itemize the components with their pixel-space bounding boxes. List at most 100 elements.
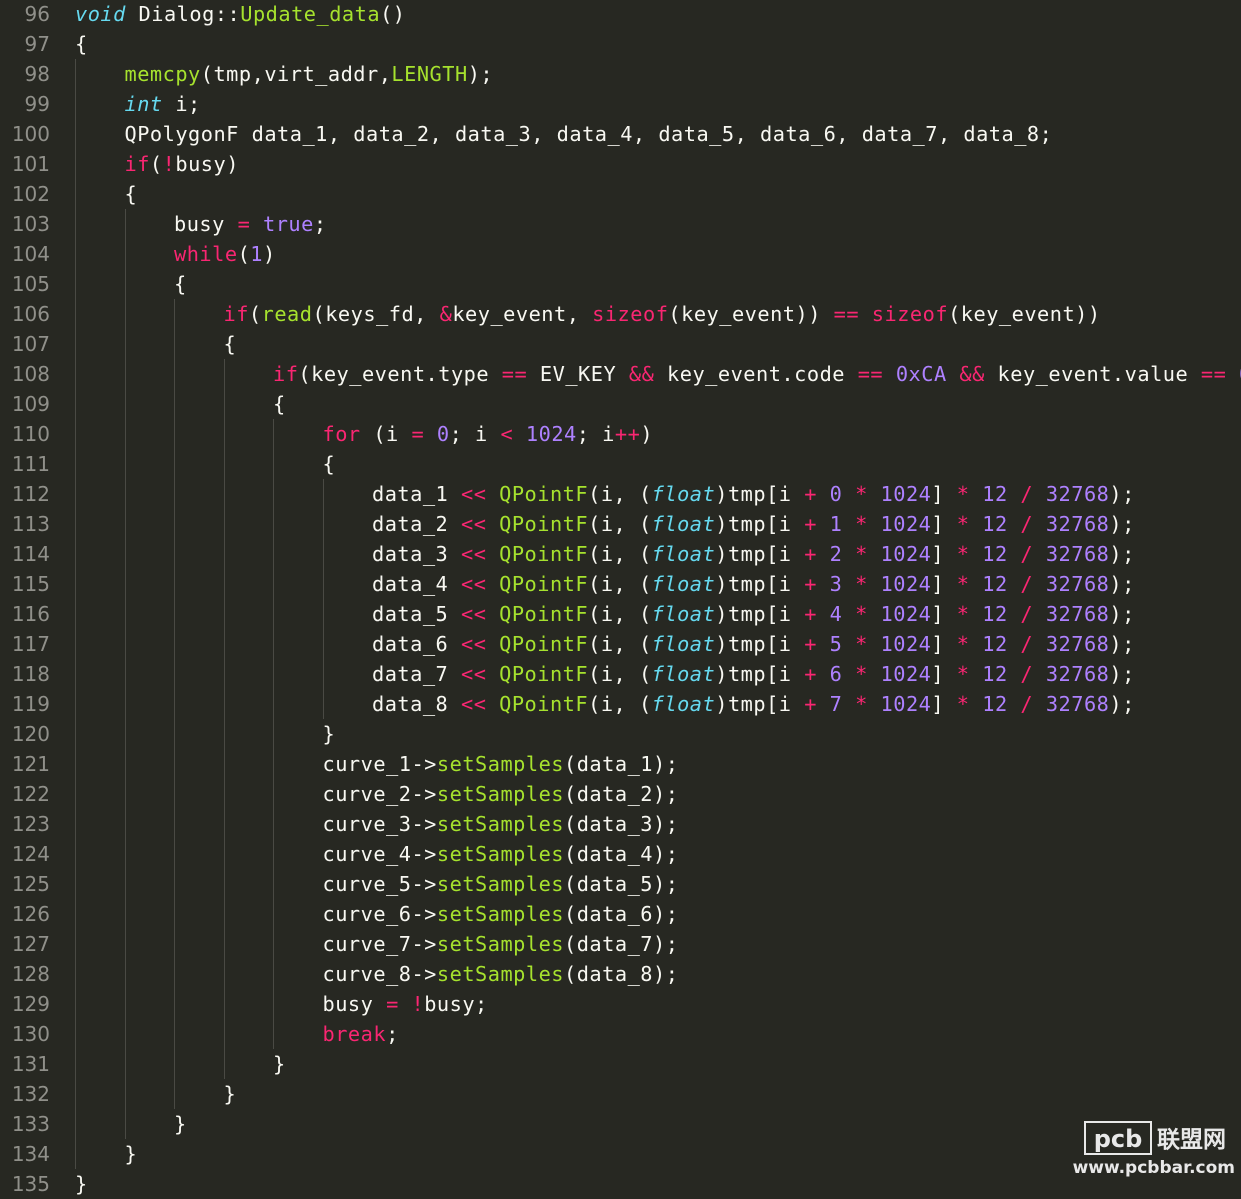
token-text: curve_2-> [322,782,437,806]
code-line[interactable]: 123 curve_3->setSamples(data_3); [0,809,1241,839]
token-text: (i, ( [588,482,652,506]
token-operator: / [1020,632,1034,656]
token-text: { [273,392,286,416]
code-line[interactable]: 112 data_1 << QPointF(i, (float)tmp[i + 0… [0,479,1241,509]
code-line[interactable]: 129 busy = !busy; [0,989,1241,1019]
token-text: (tmp,virt_addr, [200,62,392,86]
code-text: break; [323,1019,399,1049]
line-number: 101 [11,152,50,176]
token-operator: * [956,572,970,596]
token-text: (data_3); [564,812,679,836]
token-number: 1024 [880,632,932,656]
watermark-brand-text: 联盟网 [1157,1127,1226,1153]
token-text: )tmp[i [715,572,805,596]
code-line[interactable]: 99 int i; [0,89,1241,119]
token-operator: + [804,632,817,656]
code-line[interactable]: 118 data_7 << QPointF(i, (float)tmp[i + 6… [0,659,1241,689]
code-line[interactable]: 128 curve_8->setSamples(data_8); [0,959,1241,989]
token-text: } [273,1052,286,1076]
token-text: (i [360,422,412,446]
code-text: data_8 << QPointF(i, (float)tmp[i + 7 * … [372,689,1135,719]
code-line[interactable]: 121 curve_1->setSamples(data_1); [0,749,1241,779]
code-line[interactable]: 110 for (i = 0; i < 1024; i++) [0,419,1241,449]
code-line[interactable]: 105 { [0,269,1241,299]
code-line[interactable]: 98 memcpy(tmp,virt_addr,LENGTH); [0,59,1241,89]
token-text: } [124,1142,138,1166]
code-line[interactable]: 132} [0,1079,1241,1109]
code-line[interactable]: 125 curve_5->setSamples(data_5); [0,869,1241,899]
code-line[interactable]: 111 { [0,449,1241,479]
token-text: data_2 [372,512,461,536]
token-number: 32768 [1045,542,1110,566]
token-number: 1024 [880,572,932,596]
code-line[interactable]: 97 { [0,29,1241,59]
code-line[interactable]: 103 busy = true; [0,209,1241,239]
code-line[interactable]: 133} [0,1109,1241,1139]
code-line[interactable]: 120} [0,719,1241,749]
token-number: 32768 [1045,572,1110,596]
token-text: )tmp[i [715,482,805,506]
token-text: (i, ( [588,542,652,566]
code-line[interactable]: 127 curve_7->setSamples(data_7); [0,929,1241,959]
token-number: 12 [982,482,1008,506]
code-line[interactable]: 135} [0,1169,1241,1199]
code-text: } [75,1169,88,1199]
token-type: float [651,632,716,656]
code-line[interactable]: 122 curve_2->setSamples(data_2); [0,779,1241,809]
line-number: 98 [24,62,50,86]
line-number: 126 [11,902,50,926]
token-text: curve_3-> [322,812,437,836]
code-line[interactable]: 116 data_5 << QPointF(i, (float)tmp[i + 4… [0,599,1241,629]
code-line[interactable]: 106 if(read(keys_fd, &key_event, sizeof(k… [0,299,1241,329]
token-text: ( [149,152,163,176]
code-line[interactable]: 107 { [0,329,1241,359]
code-line[interactable]: 130 break; [0,1019,1241,1049]
token-text: ] [931,692,957,716]
code-line[interactable]: 119 data_8 << QPointF(i, (float)tmp[i + 7… [0,689,1241,719]
token-operator: * [956,692,970,716]
token-number: 32768 [1045,602,1110,626]
token-function: QPointF [499,482,589,506]
token-function: setSamples [436,932,565,956]
code-text: { [224,329,237,359]
token-text: ; [313,212,327,236]
token-text: } [174,1112,187,1136]
code-text: } [224,1079,237,1109]
token-operator: ! [162,152,176,176]
code-line[interactable]: 104 while(1) [0,239,1241,269]
code-line[interactable]: 114 data_3 << QPointF(i, (float)tmp[i + 2… [0,539,1241,569]
code-line[interactable]: 131} [0,1049,1241,1079]
code-line[interactable]: 115 data_4 << QPointF(i, (float)tmp[i + 3… [0,569,1241,599]
code-line[interactable]: 117 data_6 << QPointF(i, (float)tmp[i + 5… [0,629,1241,659]
token-number: 1024 [880,482,932,506]
code-line[interactable]: 101 if(!busy) [0,149,1241,179]
code-line[interactable]: 113 data_2 << QPointF(i, (float)tmp[i + 1… [0,509,1241,539]
code-line[interactable]: 109 { [0,389,1241,419]
token-operator: << [460,482,487,506]
token-operator: + [804,482,817,506]
token-type: float [651,542,716,566]
code-line[interactable]: 96 void Dialog::Update_data() [0,0,1241,29]
code-line[interactable]: 100 QPolygonF data_1, data_2, data_3, dat… [0,119,1241,149]
token-text: )tmp[i [715,662,805,686]
code-line[interactable]: 126 curve_6->setSamples(data_6); [0,899,1241,929]
code-line[interactable]: 102 { [0,179,1241,209]
code-line[interactable]: 134} [0,1139,1241,1169]
code-line[interactable]: 124 curve_4->setSamples(data_4); [0,839,1241,869]
token-text: data_1 [372,482,461,506]
code-line[interactable]: 108 if(key_event.type == EV_KEY && key_ev… [0,359,1241,389]
token-number: 1024 [880,602,932,626]
code-editor[interactable]: 96 void Dialog::Update_data() 97{98 memcpy(… [0,0,1241,1196]
code-text: QPolygonF data_1, data_2, data_3, data_4… [125,119,1053,149]
token-text: ); [1109,542,1135,566]
